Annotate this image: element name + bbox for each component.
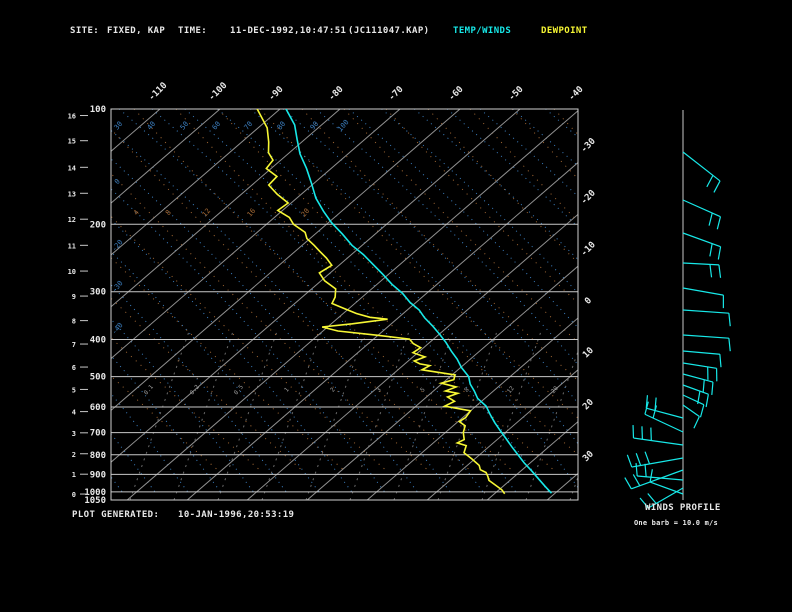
svg-text:3: 3 [375, 386, 383, 394]
svg-text:30: 30 [581, 449, 596, 464]
svg-text:10: 10 [581, 346, 596, 361]
svg-text:-70: -70 [387, 85, 406, 104]
wind-barb [682, 199, 722, 230]
svg-text:12: 12 [201, 207, 213, 219]
wind-barb [682, 287, 724, 309]
wind-barb [682, 262, 722, 278]
svg-text:900: 900 [90, 470, 106, 480]
svg-text:800: 800 [90, 451, 106, 461]
wind-barb [682, 404, 700, 429]
wind-barb [682, 232, 722, 260]
isotherm-labels-right: -30 -20 -10 0 10 20 30 [579, 137, 598, 465]
wind-barb [682, 384, 709, 408]
svg-text:20: 20 [300, 207, 312, 219]
winds-profile-title: WINDS PROFILE [645, 503, 721, 513]
svg-text:0: 0 [113, 178, 122, 186]
temperature-curve [285, 109, 553, 494]
svg-text:-90: -90 [267, 85, 286, 104]
svg-text:100: 100 [90, 105, 106, 115]
svg-text:-10: -10 [579, 240, 598, 259]
svg-text:500: 500 [90, 373, 106, 383]
svg-text:40: 40 [146, 120, 158, 132]
svg-text:90: 90 [309, 120, 321, 132]
plot-generated-label: PLOT GENERATED: [72, 510, 160, 520]
svg-text:-110: -110 [147, 81, 169, 103]
svg-text:16: 16 [246, 207, 258, 219]
wind-barb [645, 395, 684, 419]
svg-text:9: 9 [72, 293, 76, 301]
svg-text:6: 6 [72, 364, 76, 372]
svg-text:-20: -20 [110, 238, 124, 253]
svg-text:8: 8 [164, 209, 173, 217]
svg-text:200: 200 [90, 220, 106, 230]
skewt-grid [111, 109, 578, 500]
wind-barb [682, 309, 731, 327]
svg-text:1: 1 [72, 471, 76, 479]
svg-text:400: 400 [90, 336, 106, 346]
svg-text:1050: 1050 [84, 496, 106, 506]
svg-text:70: 70 [243, 120, 255, 132]
svg-text:0.1: 0.1 [143, 383, 156, 396]
svg-text:10: 10 [68, 268, 76, 276]
svg-text:13: 13 [68, 190, 76, 198]
svg-text:4: 4 [72, 409, 76, 417]
svg-text:20: 20 [581, 398, 596, 413]
winds-profile [624, 110, 731, 509]
isotherm-labels-top: -110 -100 -90 -80 -70 -60 -50 -40 [147, 81, 586, 103]
svg-text:100: 100 [336, 118, 350, 133]
svg-text:12: 12 [506, 385, 516, 395]
height-axis: 012345678910111213141516 [68, 113, 88, 499]
svg-text:-40: -40 [567, 85, 586, 104]
svg-text:30: 30 [113, 120, 125, 132]
svg-text:0.5: 0.5 [233, 383, 246, 396]
winds-barb-legend: One barb = 10.0 m/s [634, 519, 718, 527]
svg-text:-80: -80 [327, 85, 346, 104]
svg-text:-50: -50 [507, 85, 526, 104]
svg-text:80: 80 [276, 120, 288, 132]
sounding-plot-window: SITE: FIXED, KAP TIME: 11-DEC-1992,10:47… [0, 0, 792, 612]
pressure-axis: 10020030040050060070080090010001050 [84, 105, 106, 506]
svg-text:0: 0 [583, 296, 594, 307]
svg-text:12: 12 [68, 216, 76, 224]
wind-barb [682, 151, 721, 193]
svg-text:3: 3 [72, 430, 76, 438]
svg-text:5: 5 [419, 386, 427, 394]
svg-text:50: 50 [179, 120, 191, 132]
svg-text:300: 300 [90, 288, 106, 298]
svg-text:11: 11 [68, 242, 76, 250]
svg-text:8: 8 [72, 318, 76, 326]
wind-barb [682, 350, 722, 368]
svg-text:1: 1 [283, 386, 291, 394]
svg-text:700: 700 [90, 429, 106, 439]
wind-barb [682, 394, 705, 418]
svg-text:-30: -30 [579, 137, 598, 156]
svg-text:-40: -40 [110, 321, 124, 336]
svg-text:5: 5 [72, 386, 76, 394]
svg-text:16: 16 [68, 113, 76, 121]
wind-barb [682, 334, 731, 352]
svg-text:15: 15 [68, 138, 76, 146]
svg-text:600: 600 [90, 403, 106, 413]
svg-text:7: 7 [72, 341, 76, 349]
plot-generated-value: 10-JAN-1996,20:53:19 [178, 510, 295, 520]
svg-text:-20: -20 [579, 188, 598, 207]
svg-text:-60: -60 [447, 85, 466, 104]
svg-text:60: 60 [211, 120, 223, 132]
svg-text:14: 14 [68, 164, 76, 172]
svg-text:2: 2 [72, 451, 76, 459]
svg-text:0: 0 [72, 491, 76, 499]
svg-text:-100: -100 [207, 81, 229, 103]
